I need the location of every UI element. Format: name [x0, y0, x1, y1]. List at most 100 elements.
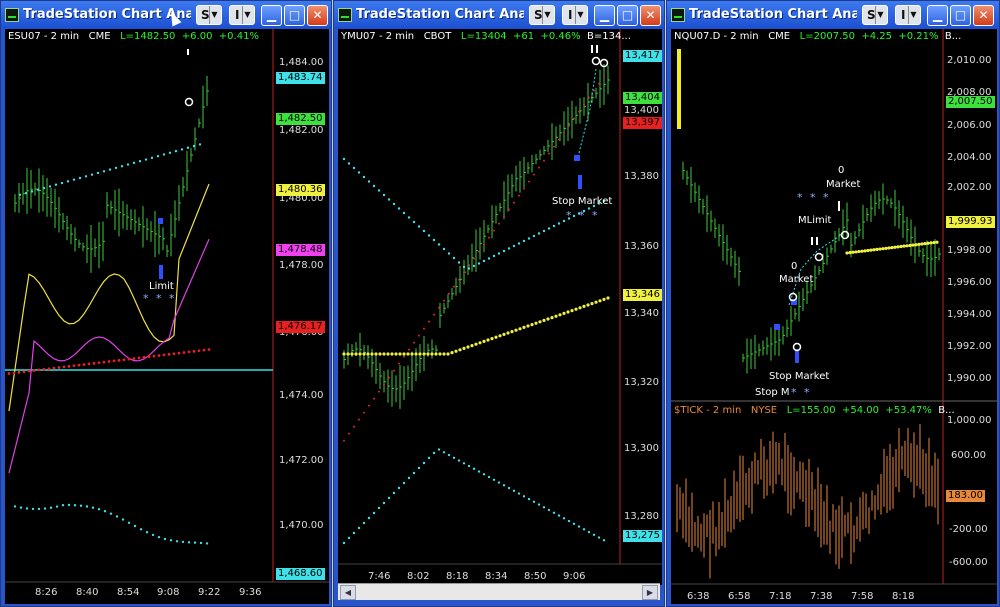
styles-menu-button[interactable]: S ▼	[196, 5, 222, 25]
indicator-dot	[96, 171, 100, 175]
indicator-dot	[474, 342, 478, 346]
stop-order-arrow-icon	[578, 175, 582, 189]
price-label: 13,300	[624, 443, 659, 454]
styles-menu-button[interactable]: S ▼	[862, 5, 888, 25]
maximize-button[interactable]: □	[950, 5, 971, 26]
indicator-dot	[127, 521, 131, 524]
minimize-button[interactable]: ▁	[927, 5, 948, 26]
indicator-dot	[447, 252, 451, 255]
close-button[interactable]: ✕	[973, 5, 994, 26]
indicator-dot	[362, 352, 366, 356]
indicator-dot	[132, 161, 136, 165]
dropdown-arrow-icon: ▼	[575, 6, 585, 24]
indicator-dot	[67, 503, 71, 507]
indicator-dot	[487, 475, 491, 479]
indicator-dot	[506, 331, 510, 335]
title-bar[interactable]: TradeStation Chart Anal... S▼ I▼ ▁ □ ✕	[667, 1, 999, 29]
indicator-dot	[358, 418, 360, 421]
indicator-dot	[530, 323, 534, 327]
pct-change: +0.46%	[540, 31, 581, 42]
cyan-band-lower	[13, 503, 209, 545]
indicator-dot	[181, 540, 185, 544]
indicator-dot	[373, 397, 375, 400]
tick-change: +54.00	[842, 405, 880, 416]
last-price: L=1482.50	[120, 31, 176, 42]
indicator-dot	[598, 299, 602, 303]
indicator-dot	[139, 528, 143, 531]
title-bar[interactable]: TradeStation Chart Anal... S▼ I▼ ▁ □ ✕	[1, 1, 331, 29]
fill-marker-icon	[814, 252, 824, 262]
styles-menu-button[interactable]: S ▼	[529, 5, 555, 25]
indicator-dot	[562, 311, 566, 315]
time-label: 7:46	[368, 571, 391, 582]
minimize-button[interactable]: ▁	[594, 5, 615, 26]
chart-window-ym[interactable]: TradeStation Chart Anal... S▼ I▼ ▁ □ ✕ Y…	[333, 0, 665, 607]
indicator-dot	[851, 250, 855, 254]
chart-svg[interactable]	[338, 29, 662, 585]
indicator-dot	[423, 327, 425, 330]
bid-price: B...	[944, 31, 962, 42]
indicator-dot	[407, 476, 411, 480]
chart-plot-area[interactable]: ESU07 - 2 min CME L=1482.50 +6.00 +0.41%…	[5, 29, 329, 604]
chart-window-nq[interactable]: TradeStation Chart Anal... S▼ I▼ ▁ □ ✕	[666, 0, 1000, 607]
indicator-dot	[492, 478, 496, 481]
chart-plot-area[interactable]: NQU07.D - 2 min CME L=2007.50 +4.25 +0.2…	[671, 29, 997, 604]
indicator-dot	[377, 189, 381, 192]
price-label: 1,996.00	[947, 277, 992, 288]
indicator-dot	[497, 481, 501, 484]
maximize-button[interactable]: □	[617, 5, 638, 26]
price-bars	[14, 76, 209, 273]
time-label: 8:54	[117, 587, 140, 598]
price-marker-cyan-low: 13,275	[623, 530, 662, 542]
indicator-dot	[513, 201, 515, 204]
close-button[interactable]: ✕	[640, 5, 661, 26]
indicator-dot	[77, 363, 81, 367]
indicator-menu-button[interactable]: I ▼	[895, 5, 921, 25]
indicator-dot	[462, 462, 466, 465]
title-bar[interactable]: TradeStation Chart Anal... S▼ I▼ ▁ □ ✕	[334, 1, 664, 29]
indicator-dot	[597, 536, 601, 539]
minimize-button[interactable]: ▁	[261, 5, 282, 26]
indicator-dot	[348, 432, 350, 435]
indicator-dot	[180, 148, 184, 151]
indicator-dot	[893, 245, 897, 249]
indicator-menu-button[interactable]: I ▼	[562, 5, 588, 25]
indicator-dot	[532, 234, 536, 238]
indicator-dot	[869, 248, 873, 252]
indicator-dot	[205, 542, 209, 545]
indicator-dot	[923, 242, 927, 246]
indicator-dot	[463, 271, 465, 274]
scroll-left-button[interactable]: ◀	[340, 585, 356, 600]
indicator-dot	[588, 96, 590, 99]
indicator-dot	[132, 357, 136, 360]
indicator-dot	[342, 352, 346, 356]
indicator-dot	[42, 186, 46, 190]
indicator-dot	[552, 224, 556, 228]
horizontal-scrollbar[interactable]: ◀ ▶	[338, 583, 660, 600]
indicator-menu-button[interactable]: I ▼	[229, 5, 255, 25]
indicator-dot	[438, 306, 440, 309]
net-change: +61	[513, 31, 535, 42]
order-stars: * * *	[797, 191, 831, 204]
indicator-dot	[442, 352, 446, 356]
scroll-right-button[interactable]: ▶	[642, 585, 658, 600]
indicator-dot	[91, 506, 95, 509]
price-label: 2,004.00	[947, 152, 992, 163]
chart-window-es[interactable]: TradeStation Chart Anal... S▼ I▼ ▁ □ ✕ E…	[0, 0, 332, 607]
indicator-dot	[358, 352, 362, 356]
indicator-dot	[367, 180, 371, 183]
indicator-dot	[378, 390, 380, 393]
maximize-button[interactable]: □	[284, 5, 305, 26]
window-title: TradeStation Chart Anal...	[689, 7, 857, 22]
indicator-dot	[517, 242, 521, 245]
indicator-dot	[562, 219, 566, 223]
chart-plot-area[interactable]: YMU07 - 2 min CBOT L=13404 +61 +0.46% B=…	[338, 29, 662, 585]
bid-price: B=134...	[587, 31, 631, 42]
indicator-dot	[454, 349, 458, 353]
close-button[interactable]: ✕	[307, 5, 328, 26]
indicator-dot	[150, 156, 154, 160]
red-dotted-average	[7, 348, 211, 375]
indicator-dot	[186, 146, 190, 149]
indicator-dot	[443, 299, 445, 302]
indicator-dot	[67, 364, 71, 368]
